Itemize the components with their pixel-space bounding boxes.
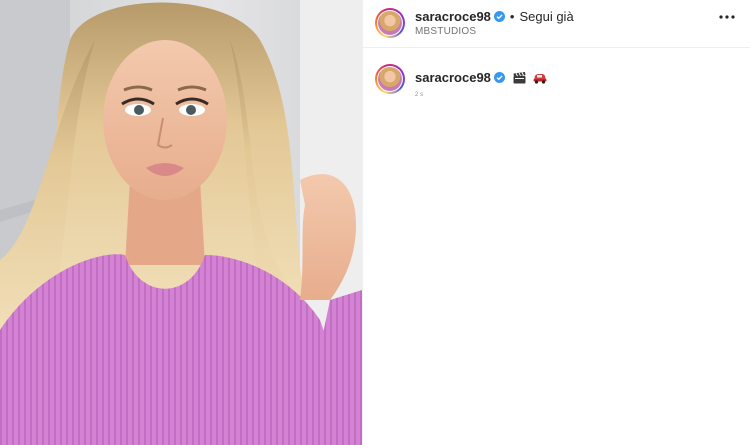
verified-badge-icon (493, 72, 505, 83)
post-header: saracroce98 • Segui già MBSTUDIOS (363, 0, 750, 48)
caption-row: saracroce98 (415, 70, 547, 85)
car-emoji-icon (533, 74, 547, 84)
clapper-board-emoji-icon (513, 72, 526, 84)
author-username[interactable]: saracroce98 (415, 9, 491, 24)
caption-avatar[interactable] (375, 64, 405, 94)
caption-timestamp: 2 s (415, 92, 424, 98)
verified-badge-icon (493, 11, 505, 22)
caption-username[interactable]: saracroce98 (415, 70, 491, 85)
selfie-photo (0, 0, 362, 445)
author-row: saracroce98 • Segui già (415, 9, 574, 24)
author-avatar[interactable] (375, 8, 405, 38)
post-sidebar: saracroce98 • Segui già MBSTUDIOS saracroc… (362, 0, 750, 445)
following-button[interactable]: Segui già (519, 9, 573, 24)
separator-dot: • (509, 9, 515, 24)
instagram-post: saracroce98 • Segui già MBSTUDIOS saracroc… (0, 0, 750, 445)
location-link[interactable]: MBSTUDIOS (415, 26, 476, 37)
more-options-icon[interactable] (718, 14, 736, 20)
post-photo[interactable] (0, 0, 362, 445)
